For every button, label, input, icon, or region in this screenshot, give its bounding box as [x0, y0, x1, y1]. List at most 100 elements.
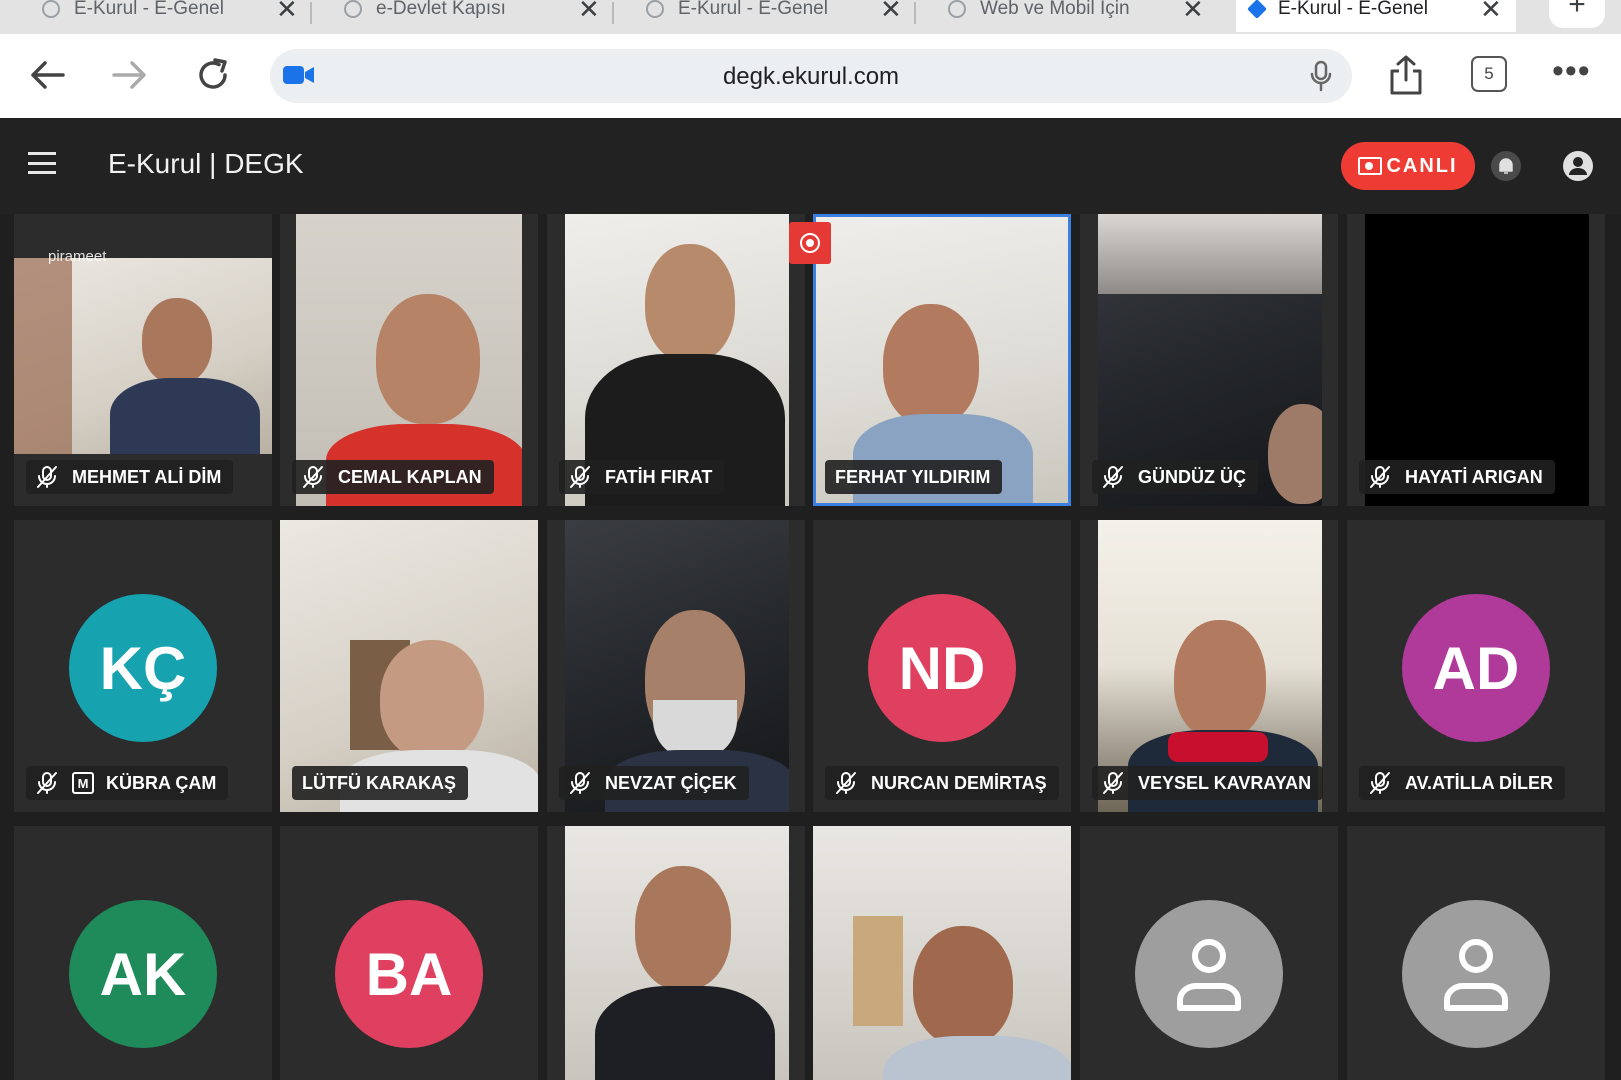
- new-tab-button[interactable]: +: [1549, 0, 1605, 28]
- participant-name: AV.ATİLLA DİLER: [1405, 772, 1553, 793]
- microphone-off-icon: [1370, 466, 1390, 488]
- participant-video: [565, 826, 789, 1080]
- forward-icon[interactable]: [105, 50, 155, 100]
- moderator-badge-icon: M: [72, 772, 94, 794]
- participant-avatar: AD: [1402, 594, 1550, 742]
- browser-toolbar: degk.ekurul.com 5 •••: [0, 34, 1621, 118]
- participant-name-label: FERHAT YILDIRIM: [825, 460, 1003, 494]
- microphone-off-icon: [570, 466, 590, 488]
- participant-tile[interactable]: FATİH FIRAT: [547, 214, 805, 506]
- app-title: E-Kurul | DEGK: [108, 148, 304, 179]
- person-placeholder-icon: [1444, 939, 1508, 1011]
- microphone-off-icon: [1103, 772, 1123, 794]
- app-header: E-Kurul | DEGK CANLI: [0, 118, 1621, 214]
- menu-icon[interactable]: [28, 152, 56, 174]
- close-tab-icon[interactable]: ✕: [1480, 0, 1502, 25]
- tab-title: E-Kurul - E-Genel: [678, 0, 828, 19]
- address-bar[interactable]: degk.ekurul.com: [270, 49, 1352, 103]
- participant-tile[interactable]: [547, 826, 805, 1080]
- participant-tile[interactable]: pirameet MEHMET ALİ DİM: [14, 214, 272, 506]
- participant-tile[interactable]: VEYSEL KAVRAYAN: [1080, 520, 1338, 812]
- participant-name: CEMAL KAPLAN: [338, 466, 482, 487]
- microphone-off-icon: [37, 466, 57, 488]
- microphone-off-icon: [1103, 466, 1123, 488]
- pirameet-watermark: pirameet: [48, 248, 107, 265]
- participant-name-label: LÜTFÜ KARAKAŞ: [292, 766, 468, 800]
- participant-name-label: GÜNDÜZ ÜÇ: [1092, 460, 1258, 494]
- participant-name: MEHMET ALİ DİM: [72, 466, 222, 487]
- microphone-off-icon: [836, 772, 856, 794]
- participant-name-label: M KÜBRA ÇAM: [26, 766, 229, 800]
- participant-tile[interactable]: GÜNDÜZ ÜÇ: [1080, 214, 1338, 506]
- close-tab-icon[interactable]: ✕: [276, 0, 298, 25]
- participant-tile[interactable]: CEMAL KAPLAN: [280, 214, 538, 506]
- participant-name-label: AV.ATİLLA DİLER: [1359, 766, 1565, 800]
- participant-name: NEVZAT ÇİÇEK: [605, 772, 737, 793]
- participant-tile[interactable]: KÇ M KÜBRA ÇAM: [14, 520, 272, 812]
- back-icon[interactable]: [22, 50, 72, 100]
- participant-tile-active-speaker[interactable]: FERHAT YILDIRIM: [813, 214, 1071, 506]
- close-tab-icon[interactable]: ✕: [880, 0, 902, 25]
- globe-icon: [646, 0, 664, 18]
- microphone-off-icon: [37, 772, 57, 794]
- close-tab-icon[interactable]: ✕: [578, 0, 600, 25]
- participant-tile[interactable]: [813, 826, 1071, 1080]
- browser-tab[interactable]: E-Kurul - E-Genel ✕: [632, 0, 916, 32]
- microphone-off-icon: [303, 466, 323, 488]
- browser-tab[interactable]: Web ve Mobil İçin ✕: [934, 0, 1218, 32]
- participant-tile[interactable]: LÜTFÜ KARAKAŞ: [280, 520, 538, 812]
- account-icon[interactable]: [1562, 150, 1594, 182]
- participant-name: FATİH FIRAT: [605, 466, 713, 487]
- participant-avatar: AK: [69, 900, 217, 1048]
- participant-tile[interactable]: ND NURCAN DEMİRTAŞ: [813, 520, 1071, 812]
- browser-tab-active[interactable]: E-Kurul - E-Genel ✕: [1236, 0, 1516, 32]
- browser-tab-strip: E-Kurul - E-Genel ✕ e-Devlet Kapısı ✕ E-…: [0, 0, 1621, 34]
- url-text[interactable]: degk.ekurul.com: [270, 63, 1352, 91]
- participant-tile[interactable]: [1080, 826, 1338, 1080]
- participant-name-label: MEHMET ALİ DİM: [26, 460, 234, 494]
- tab-title: Web ve Mobil İçin: [980, 0, 1130, 19]
- microphone-off-icon: [570, 772, 590, 794]
- microphone-off-icon: [1370, 772, 1390, 794]
- participant-tile[interactable]: NEVZAT ÇİÇEK: [547, 520, 805, 812]
- participant-tile[interactable]: HAYATİ ARIGAN: [1347, 214, 1605, 506]
- participant-avatar: [1135, 900, 1283, 1048]
- presentation-icon: [1358, 157, 1383, 175]
- participant-tile[interactable]: AK: [14, 826, 272, 1080]
- participant-tile[interactable]: BA: [280, 826, 538, 1080]
- globe-icon: [42, 0, 60, 18]
- globe-icon: [948, 0, 966, 18]
- live-button[interactable]: CANLI: [1341, 142, 1475, 190]
- participant-video: [813, 826, 1071, 1080]
- notification-bell-icon[interactable]: [1490, 150, 1522, 182]
- site-favicon-icon: [1247, 0, 1267, 19]
- participant-avatar: KÇ: [69, 594, 217, 742]
- participant-name: VEYSEL KAVRAYAN: [1138, 772, 1312, 793]
- close-tab-icon[interactable]: ✕: [1182, 0, 1204, 25]
- tab-title: E-Kurul - E-Genel: [74, 0, 224, 19]
- browser-tab[interactable]: e-Devlet Kapısı ✕: [330, 0, 614, 32]
- participant-name: FERHAT YILDIRIM: [835, 466, 991, 487]
- share-icon[interactable]: [1386, 54, 1426, 96]
- participant-name: LÜTFÜ KARAKAŞ: [302, 772, 456, 793]
- participant-tile[interactable]: AD AV.ATİLLA DİLER: [1347, 520, 1605, 812]
- tab-count-button[interactable]: 5: [1471, 56, 1507, 92]
- participant-name: HAYATİ ARIGAN: [1405, 466, 1543, 487]
- participant-name: KÜBRA ÇAM: [106, 772, 217, 793]
- participant-name: NURCAN DEMİRTAŞ: [871, 772, 1047, 793]
- browser-tab[interactable]: E-Kurul - E-Genel ✕: [28, 0, 312, 32]
- participant-name-label: HAYATİ ARIGAN: [1359, 460, 1555, 494]
- tab-title: e-Devlet Kapısı: [376, 0, 506, 19]
- recording-indicator-icon: [789, 222, 831, 264]
- reload-icon[interactable]: [188, 50, 238, 100]
- globe-icon: [344, 0, 362, 18]
- person-placeholder-icon: [1177, 939, 1241, 1011]
- participant-tile[interactable]: [1347, 826, 1605, 1080]
- participant-name-label: NEVZAT ÇİÇEK: [559, 766, 749, 800]
- microphone-icon[interactable]: [1308, 60, 1334, 92]
- participant-name-label: NURCAN DEMİRTAŞ: [825, 766, 1059, 800]
- participant-avatar: [1402, 900, 1550, 1048]
- more-menu-icon[interactable]: •••: [1552, 54, 1591, 88]
- participant-name-label: FATİH FIRAT: [559, 460, 725, 494]
- participant-video: [14, 258, 272, 454]
